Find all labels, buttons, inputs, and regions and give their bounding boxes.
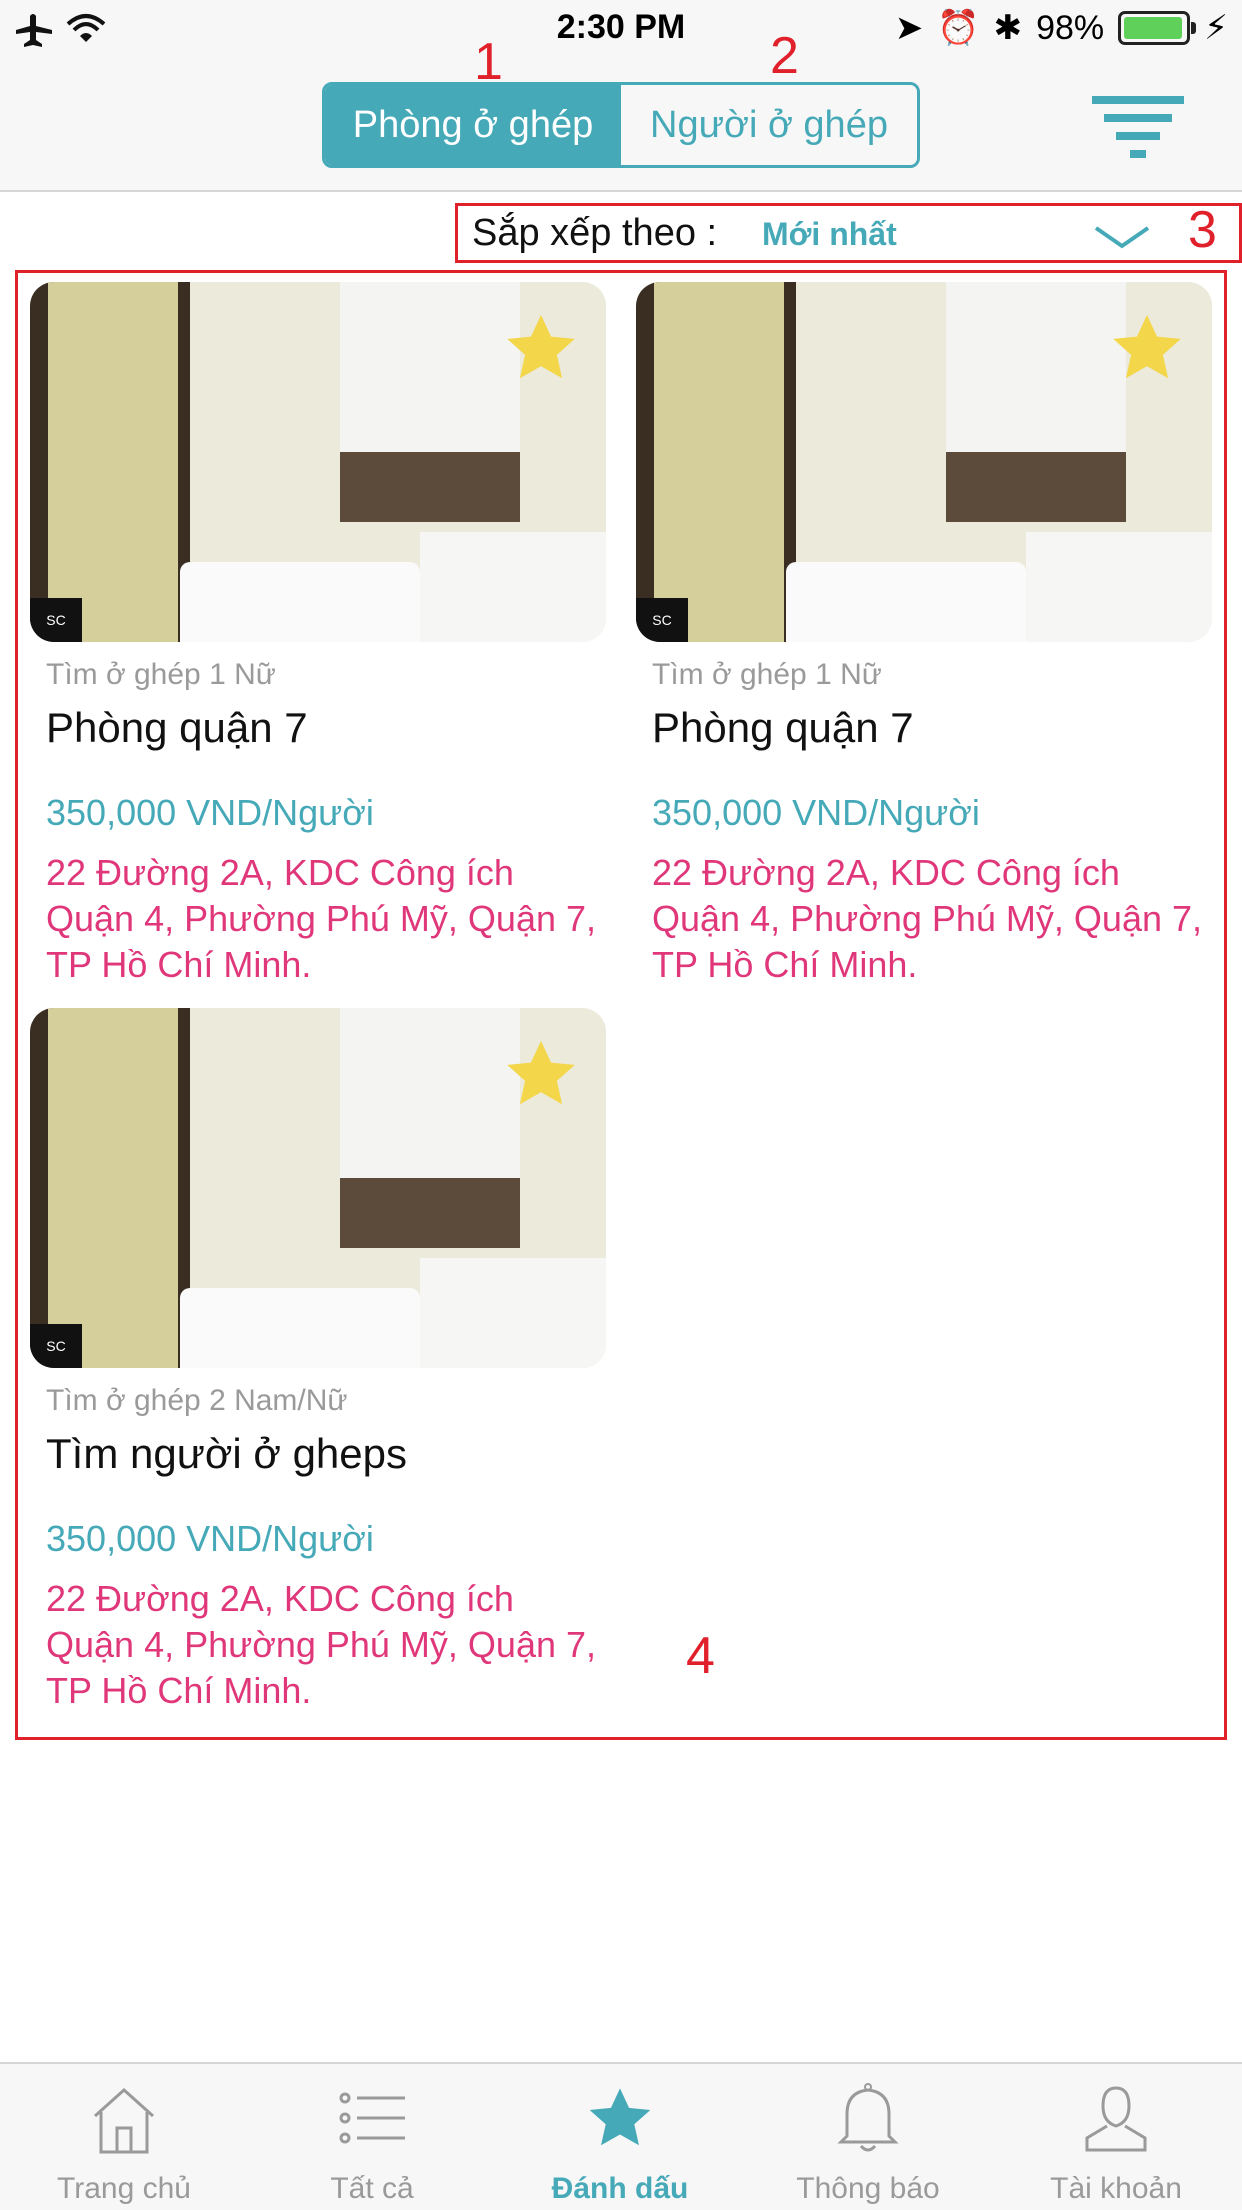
brand-logo: SC bbox=[636, 598, 688, 642]
filter-icon[interactable] bbox=[1092, 96, 1184, 160]
tab-shared-room[interactable]: Phòng ở ghép bbox=[325, 85, 621, 165]
tab-roommate[interactable]: Người ở ghép bbox=[621, 85, 917, 165]
tab-label: Tất cả bbox=[330, 2172, 414, 2205]
listing-title: Tìm người ở gheps bbox=[46, 1430, 407, 1477]
bluetooth-icon: ✱ bbox=[993, 9, 1023, 47]
tab-account[interactable]: Tài khoản bbox=[992, 2062, 1240, 2208]
listing-type: Tìm ở ghép 1 Nữ bbox=[652, 658, 882, 691]
listing-photo: SC bbox=[30, 1008, 606, 1368]
sort-label: Sắp xếp theo : bbox=[472, 212, 718, 254]
battery-percent: 98% bbox=[1036, 8, 1105, 47]
listing-address: 22 Đường 2A, KDC Công ích Quận 4, Phường… bbox=[46, 1578, 597, 1711]
tab-all[interactable]: Tất cả bbox=[248, 2062, 496, 2208]
listing-photo: SC bbox=[30, 282, 606, 642]
location-icon: ➤ bbox=[894, 9, 924, 47]
favorite-star-icon[interactable] bbox=[1108, 310, 1186, 388]
star-icon bbox=[589, 2088, 651, 2146]
listing-card[interactable]: SC Tìm ở ghép 2 Nam/Nữ Tìm người ở gheps… bbox=[30, 1008, 606, 1718]
home-icon bbox=[93, 2087, 155, 2154]
tab-notifications[interactable]: Thông báo bbox=[744, 2062, 992, 2208]
chevron-down-icon[interactable] bbox=[1092, 222, 1152, 252]
segmented-control: Phòng ở ghép Người ở ghép bbox=[322, 82, 920, 168]
tab-label: Thông báo bbox=[796, 2172, 940, 2205]
list-icon bbox=[339, 2092, 405, 2144]
brand-logo: SC bbox=[30, 598, 82, 642]
favorite-star-icon[interactable] bbox=[502, 310, 580, 388]
bell-icon bbox=[837, 2083, 899, 2152]
tab-label: Đánh dấu bbox=[551, 2172, 689, 2205]
status-right: ➤ ⏰ ✱ 98% ⚡ bbox=[895, 8, 1228, 48]
annotation-1: 1 bbox=[474, 33, 503, 91]
listing-card[interactable]: SC Tìm ở ghép 1 Nữ Phòng quận 7 350,000 … bbox=[30, 282, 606, 992]
listing-type: Tìm ở ghép 1 Nữ bbox=[46, 658, 276, 691]
listing-title: Phòng quận 7 bbox=[652, 704, 914, 751]
listing-price: 350,000 VND/Người bbox=[652, 792, 980, 833]
battery-icon bbox=[1118, 11, 1197, 45]
listing-address: 22 Đường 2A, KDC Công ích Quận 4, Phường… bbox=[46, 852, 597, 985]
listing-card[interactable]: SC Tìm ở ghép 1 Nữ Phòng quận 7 350,000 … bbox=[636, 282, 1212, 992]
tab-label: Trang chủ bbox=[57, 2172, 191, 2205]
tab-home[interactable]: Trang chủ bbox=[0, 2062, 248, 2208]
tab-bookmarks[interactable]: Đánh dấu bbox=[496, 2062, 744, 2208]
listing-photo: SC bbox=[636, 282, 1212, 642]
listing-title: Phòng quận 7 bbox=[46, 704, 308, 751]
listing-price: 350,000 VND/Người bbox=[46, 1518, 374, 1559]
listing-type: Tìm ở ghép 2 Nam/Nữ bbox=[46, 1384, 348, 1417]
annotation-2: 2 bbox=[770, 27, 799, 85]
listing-address: 22 Đường 2A, KDC Công ích Quận 4, Phường… bbox=[652, 852, 1203, 985]
alarm-icon: ⏰ bbox=[937, 9, 980, 47]
tab-label: Tài khoản bbox=[1050, 2172, 1182, 2205]
favorite-star-icon[interactable] bbox=[502, 1036, 580, 1114]
listing-price: 350,000 VND/Người bbox=[46, 792, 374, 833]
brand-logo: SC bbox=[30, 1324, 82, 1368]
user-icon bbox=[1085, 2086, 1147, 2152]
charging-icon: ⚡ bbox=[1204, 9, 1228, 47]
sort-value[interactable]: Mới nhất bbox=[762, 216, 897, 253]
